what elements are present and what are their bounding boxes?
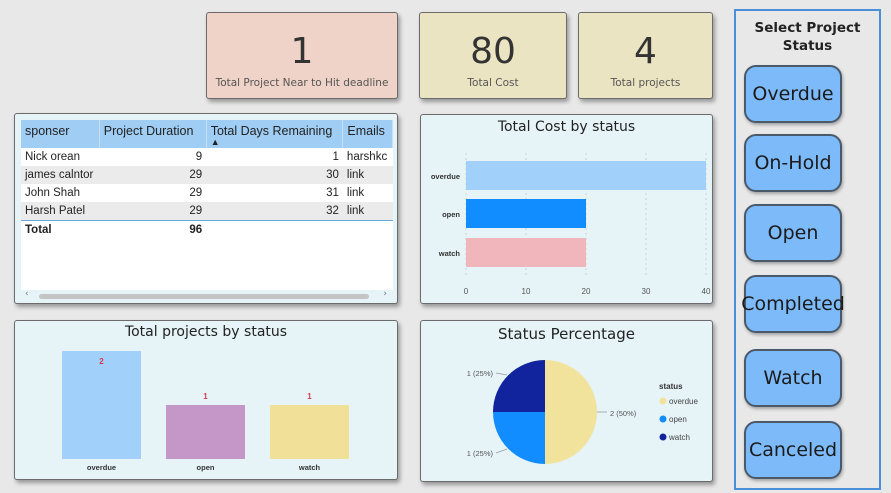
- table-row[interactable]: Nick orean 9 1 harshkc: [21, 148, 393, 166]
- cell-sponser: Nick orean: [25, 151, 80, 163]
- x-tick-label: 30: [642, 287, 651, 296]
- bar-open: [466, 199, 586, 228]
- legend-marker: [659, 433, 667, 441]
- scroll-left-icon[interactable]: ‹: [25, 289, 29, 299]
- projects-chart-svg: 2 overdue 1 open 1 watch: [62, 351, 349, 472]
- sort-ascending-icon: ▲: [210, 137, 220, 147]
- bar-watch: [270, 405, 349, 459]
- slicer-title: Select Project Status: [754, 20, 861, 54]
- bar-open: [166, 405, 245, 459]
- legend-marker: [659, 415, 667, 423]
- kpi-label: Total Cost: [467, 77, 519, 89]
- category-label: watch: [438, 249, 461, 258]
- pie-data-label: 2 (50%): [610, 409, 637, 418]
- cost-by-status-chart: Total Cost by status 0 10 20 30 40 overdue ope…: [420, 114, 713, 304]
- cell-duration: 29: [189, 187, 203, 199]
- leader-line: [495, 448, 508, 454]
- x-tick-label: 10: [522, 287, 531, 296]
- status-percentage-chart: Status Percentage 2 (50%) 1 (25%) 1 (25%) s…: [420, 320, 713, 482]
- slicer-option-on-hold[interactable]: On-Hold: [744, 134, 842, 192]
- legend-label: open: [669, 415, 687, 424]
- category-label: overdue: [431, 172, 460, 181]
- x-tick-label: 20: [582, 287, 591, 296]
- slicer-option-watch[interactable]: Watch: [744, 349, 842, 407]
- category-label: open: [442, 210, 460, 219]
- category-label: open: [197, 463, 215, 472]
- cell-total-empty: [342, 220, 393, 239]
- kpi-total-cost: 80 Total Cost: [419, 12, 567, 99]
- table-row[interactable]: John Shah 29 31 link: [21, 184, 393, 202]
- legend-label: watch: [668, 433, 690, 442]
- pie-data-label: 1 (25%): [467, 369, 494, 378]
- table-total-row: Total 96: [21, 220, 393, 239]
- scroll-right-icon[interactable]: ›: [383, 289, 387, 299]
- x-tick-label: 0: [464, 287, 469, 296]
- kpi-label: Total Project Near to Hit deadline: [215, 77, 389, 89]
- cell-total-label: Total: [21, 220, 100, 239]
- col-header-total-days-remaining[interactable]: Total Days Remaining ▲: [206, 120, 344, 148]
- sponsor-table: sponser Project Duration Total Days Rema…: [21, 120, 393, 290]
- cell-duration: 29: [189, 205, 203, 217]
- cell-sponser: james calntor: [25, 169, 94, 181]
- kpi-value: 80: [470, 31, 516, 72]
- slicer-option-open[interactable]: Open: [744, 204, 842, 262]
- cell-email-link[interactable]: link: [343, 202, 393, 221]
- table-row[interactable]: james calntor 29 30 link: [21, 166, 393, 184]
- cell-duration: 9: [195, 151, 203, 163]
- table-row[interactable]: Harsh Patel 29 32 link: [21, 202, 393, 221]
- data-label: 2: [99, 357, 104, 366]
- col-header-emails[interactable]: Emails: [342, 120, 393, 148]
- status-slicer: Select Project Status Overdue On-Hold Op…: [734, 9, 881, 490]
- leader-line: [495, 372, 508, 376]
- cell-sponser: Harsh Patel: [25, 205, 86, 217]
- scrollbar-thumb[interactable]: [39, 294, 369, 299]
- cost-chart-svg: 0 10 20 30 40 overdue open watch: [431, 153, 711, 296]
- pie-data-label: 1 (25%): [467, 449, 494, 458]
- category-label: watch: [298, 463, 321, 472]
- data-label: 1: [203, 392, 208, 401]
- projects-by-status-chart: Total projects by status 2 overdue 1 open 1 w…: [14, 320, 398, 480]
- cell-duration: 29: [189, 169, 203, 181]
- bar-overdue: [466, 161, 706, 190]
- slicer-option-overdue[interactable]: Overdue: [744, 65, 842, 123]
- cell-sponser: John Shah: [25, 187, 80, 199]
- cell-remaining: 31: [326, 187, 339, 199]
- kpi-value: 1: [290, 31, 314, 72]
- cell-email-link[interactable]: harshkc: [343, 148, 393, 166]
- kpi-near-deadline: 1 Total Project Near to Hit deadline: [206, 12, 398, 99]
- kpi-label: Total projects: [610, 77, 681, 89]
- x-tick-label: 40: [702, 287, 711, 296]
- pie-chart-svg: 2 (50%) 1 (25%) 1 (25%) status overdue open wa…: [467, 360, 698, 464]
- cell-remaining: 1: [332, 151, 339, 163]
- data-label: 1: [307, 392, 312, 401]
- cell-email-link[interactable]: link: [343, 184, 393, 202]
- cell-remaining: 32: [326, 205, 339, 217]
- pie-slice-watch: [493, 360, 545, 412]
- horizontal-scrollbar[interactable]: ‹ ›: [25, 289, 387, 300]
- legend-title: status: [659, 382, 683, 391]
- col-header-project-duration[interactable]: Project Duration: [99, 120, 207, 148]
- col-header-sponser[interactable]: sponser: [21, 120, 100, 148]
- sponsor-table-panel: sponser Project Duration Total Days Rema…: [14, 113, 398, 304]
- cell-total-duration: 96: [99, 220, 207, 239]
- pie-slice-open: [493, 412, 545, 464]
- kpi-value: 4: [634, 31, 657, 72]
- bar-watch: [466, 238, 586, 267]
- pie-slice-overdue: [545, 360, 597, 464]
- cell-remaining: 30: [326, 169, 339, 181]
- kpi-total-projects: 4 Total projects: [578, 12, 713, 99]
- slicer-option-canceled[interactable]: Canceled: [744, 421, 842, 479]
- cell-total-empty: [206, 220, 343, 239]
- legend-marker: [659, 397, 667, 405]
- category-label: overdue: [87, 463, 116, 472]
- cell-email-link[interactable]: link: [343, 166, 393, 184]
- slicer-option-completed[interactable]: Completed: [741, 275, 845, 333]
- bar-overdue: [62, 351, 141, 459]
- legend-label: overdue: [669, 397, 698, 406]
